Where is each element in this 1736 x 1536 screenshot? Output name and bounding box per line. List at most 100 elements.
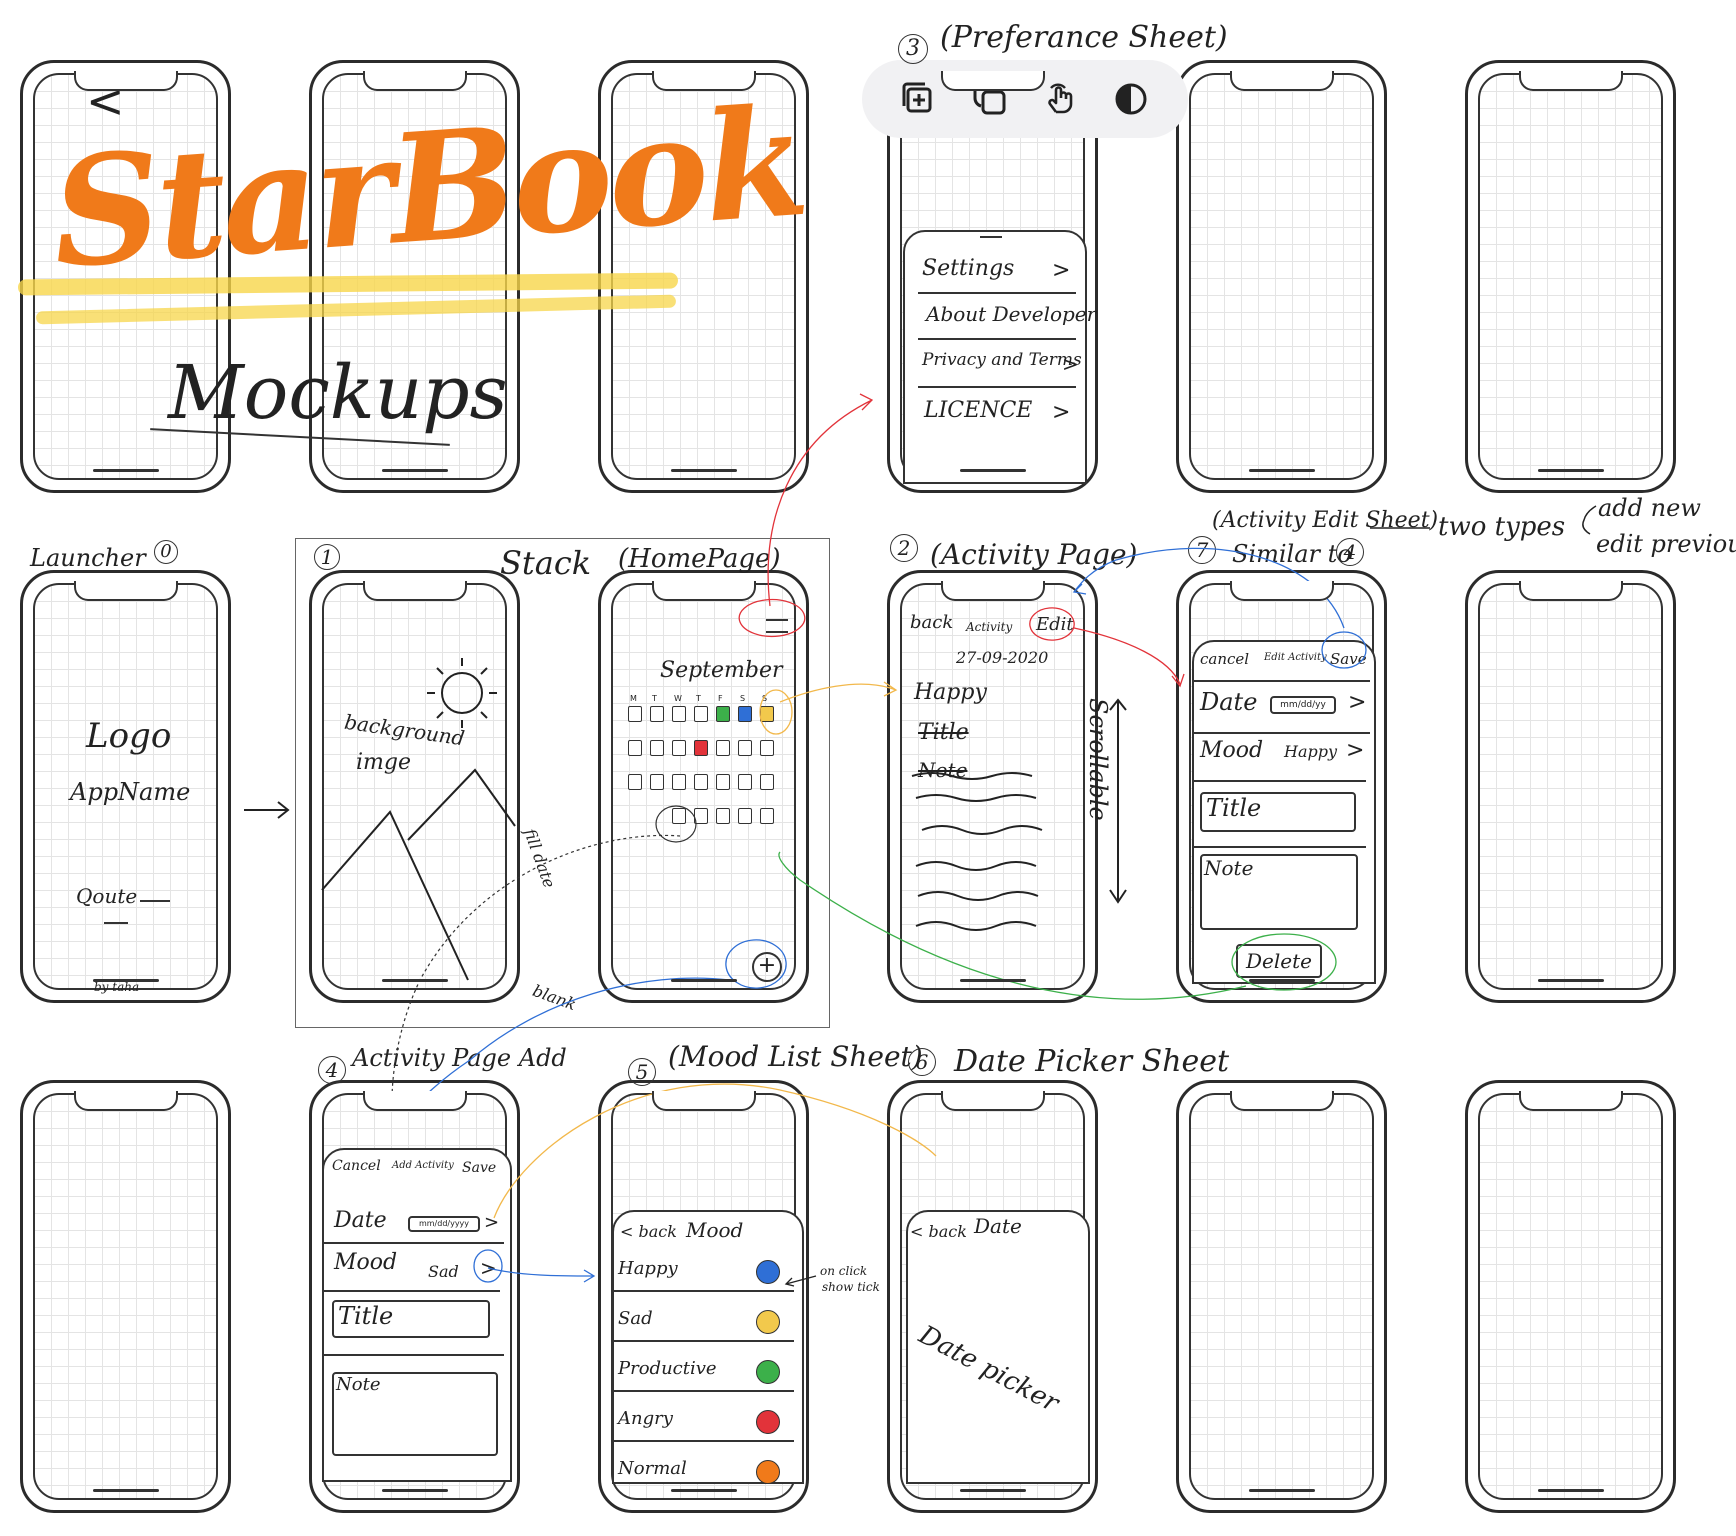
mood-back-button[interactable]: < back <box>620 1222 677 1241</box>
calendar-day[interactable] <box>760 740 774 756</box>
menu-icon[interactable] <box>766 619 788 633</box>
sheet-grabber <box>980 236 1002 238</box>
contrast-icon[interactable] <box>1111 79 1151 119</box>
chevron-right-icon[interactable]: > <box>1346 738 1364 763</box>
calendar-day[interactable] <box>716 808 730 824</box>
phone-frame <box>1465 1080 1676 1513</box>
add-note-field[interactable]: Note <box>332 1372 498 1456</box>
calendar-day[interactable] <box>650 740 664 756</box>
calendar-day[interactable] <box>628 774 642 790</box>
calendar-day[interactable] <box>672 740 686 756</box>
delete-button[interactable]: Delete <box>1236 944 1322 978</box>
divider <box>918 292 1076 294</box>
activity-edit-button[interactable]: Edit <box>1036 614 1074 635</box>
chevron-right-icon: > <box>1052 400 1071 425</box>
mockups-subtitle: Mockups <box>168 350 508 436</box>
weekday-label: S <box>762 694 768 703</box>
edit-date-field[interactable]: mm/dd/yy <box>1270 696 1336 714</box>
mood-item-label[interactable]: Normal <box>618 1458 687 1479</box>
mood-item-label[interactable]: Productive <box>618 1358 717 1379</box>
pref-number: 3 <box>898 34 928 64</box>
edit-mood-label: Mood <box>1200 738 1264 763</box>
edit-cancel-button[interactable]: cancel <box>1200 650 1249 668</box>
calendar-day[interactable] <box>760 706 774 722</box>
weekday-label: S <box>740 694 746 703</box>
add-cancel-button[interactable]: Cancel <box>332 1158 381 1174</box>
brace <box>1582 505 1597 535</box>
calendar-day[interactable] <box>628 740 642 756</box>
pref-item-licence[interactable]: LICENCE <box>924 398 1032 423</box>
calendar-day[interactable] <box>672 706 686 722</box>
add-layer-icon[interactable] <box>899 79 939 119</box>
activity-date: 27-09-2020 <box>956 648 1049 667</box>
arrow <box>244 801 290 819</box>
calendar-day[interactable] <box>738 808 752 824</box>
calendar-day[interactable] <box>650 706 664 722</box>
divider <box>324 1354 504 1356</box>
divider <box>1194 846 1366 848</box>
calendar-day[interactable] <box>672 808 686 824</box>
activity-back[interactable]: back <box>910 612 953 633</box>
launcher-logo: Logo <box>86 716 172 756</box>
mood-color-dot <box>756 1260 780 1284</box>
pref-item-settings[interactable]: Settings <box>922 256 1014 281</box>
two-types-label: two types <box>1438 512 1566 542</box>
add-new-label: add new <box>1598 494 1701 522</box>
add-button[interactable]: + <box>752 952 782 982</box>
divider <box>1194 732 1370 734</box>
launcher-number: 0 <box>154 540 178 564</box>
add-mood-label: Mood <box>334 1250 398 1275</box>
calendar-day[interactable] <box>694 774 708 790</box>
scrollable-label: Scrollable <box>1084 698 1112 821</box>
calendar-day[interactable] <box>738 774 752 790</box>
calendar-day[interactable] <box>738 740 752 756</box>
show-tick-label: show tick <box>822 1280 880 1294</box>
mood-color-dot <box>756 1310 780 1334</box>
mood-color-dot <box>756 1410 780 1434</box>
edit-sheet-number: 7 <box>1188 536 1216 564</box>
calendar-day[interactable] <box>716 774 730 790</box>
mood-color-dot <box>756 1460 780 1484</box>
calendar-day[interactable] <box>694 740 708 756</box>
calendar-day[interactable] <box>694 706 708 722</box>
mood-list-sheet <box>612 1210 804 1484</box>
launcher-by: by taha <box>94 980 140 994</box>
add-date-field[interactable]: mm/dd/yyyy <box>408 1216 480 1232</box>
calendar-day[interactable] <box>738 706 752 722</box>
calendar-day[interactable] <box>716 740 730 756</box>
edit-title-field[interactable]: Title <box>1200 792 1356 832</box>
chevron-right-icon[interactable]: > <box>484 1212 499 1233</box>
edit-note-field[interactable]: Note <box>1200 854 1358 930</box>
divider <box>324 1242 504 1244</box>
homepage-label: (HomePage) <box>618 544 781 574</box>
add-save-button[interactable]: Save <box>462 1160 496 1176</box>
mood-item-label[interactable]: Happy <box>618 1258 678 1279</box>
calendar-day[interactable] <box>760 774 774 790</box>
calendar-day[interactable] <box>760 808 774 824</box>
calendar-day[interactable] <box>672 774 686 790</box>
add-title-field[interactable]: Title <box>332 1300 490 1338</box>
add-mood-value: Sad <box>428 1262 459 1281</box>
touch-gesture-icon[interactable] <box>1040 79 1080 119</box>
divider <box>614 1340 794 1342</box>
activity-title: Title <box>918 720 969 745</box>
activity-note: Note <box>918 758 968 782</box>
calendar-day[interactable] <box>628 706 642 722</box>
weekday-label: F <box>718 694 723 703</box>
weekday-label: T <box>696 694 701 703</box>
pref-item-privacy[interactable]: Privacy and Terms <box>922 350 1082 370</box>
calendar-day[interactable] <box>650 774 664 790</box>
chevron-right-icon[interactable]: > <box>1348 690 1366 715</box>
add-sheet-header: Add Activity <box>392 1160 454 1171</box>
calendar-day[interactable] <box>694 808 708 824</box>
pref-item-about[interactable]: About Developer <box>926 302 1096 326</box>
mood-sheet-number: 5 <box>628 1058 656 1086</box>
date-back-button[interactable]: < back <box>910 1222 967 1241</box>
mood-item-label[interactable]: Sad <box>618 1308 653 1329</box>
chevron-right-icon[interactable]: > <box>480 1256 497 1280</box>
edit-save-button[interactable]: Save <box>1330 650 1367 668</box>
phone-frame <box>1176 60 1387 493</box>
date-sheet-label: Date Picker Sheet <box>954 1044 1230 1079</box>
calendar-day[interactable] <box>716 706 730 722</box>
mood-item-label[interactable]: Angry <box>618 1408 673 1429</box>
